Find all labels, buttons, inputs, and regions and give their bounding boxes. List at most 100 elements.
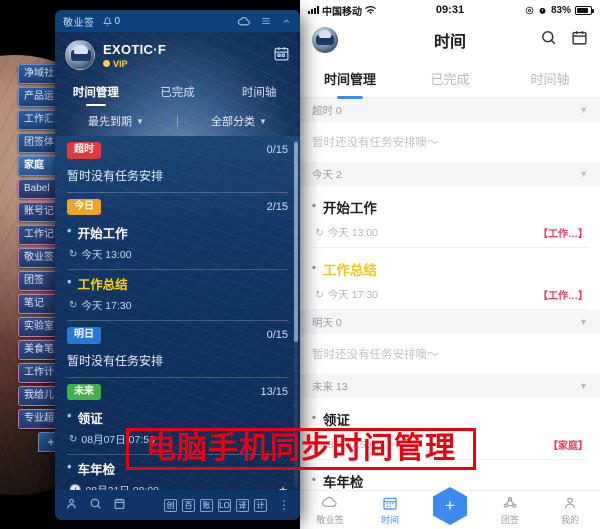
wifi-icon [365, 5, 376, 14]
group-chip: 明日 [67, 327, 101, 344]
group-header[interactable]: 未来 13 ▼ [300, 374, 600, 398]
vip-badge: VIP [103, 59, 166, 69]
group-header[interactable]: 明天 0 ▼ [300, 310, 600, 334]
location-icon [525, 6, 534, 14]
group-count: 2/15 [266, 200, 288, 213]
menu-icon[interactable] [260, 16, 272, 26]
tab-已完成[interactable]: 已完成 [400, 59, 500, 99]
person-icon [562, 495, 578, 511]
cloud-note-icon [322, 495, 338, 511]
nav-actions [540, 29, 588, 51]
bottom-nav-label: 团签 [500, 514, 519, 525]
chevron-down-icon: ▼ [136, 116, 144, 126]
more-vertical-icon[interactable]: ⋮ [278, 498, 290, 512]
titlebar-actions [238, 16, 292, 26]
repeat-icon: ↻ [315, 438, 324, 451]
phone-task-list[interactable]: 超时 0 ▼ 暂时还没有任务安排噢～ 今天 2 ▼ • 开始工作 ↻ 今天 13:00 【工作…】… [300, 98, 600, 490]
task-title: • 车年检 [67, 458, 116, 478]
tab-时间管理[interactable]: 时间管理 [55, 80, 137, 108]
task-title: • 领证 [67, 407, 103, 427]
search-icon[interactable] [89, 497, 102, 513]
quick-launch-icon[interactable]: 创 [164, 498, 177, 512]
calendar-button[interactable] [273, 45, 290, 65]
quick-launch-icon[interactable]: 账 [200, 498, 213, 512]
notification-count: 0 [114, 15, 121, 27]
task-row[interactable]: • 工作总结 ↻ 今天 17:30 【工作…】 [300, 248, 600, 309]
task-time: 今天 17:30 [81, 300, 132, 312]
user-name: EXOTIC·F [103, 41, 167, 57]
task-meta: ↻ 今天 17:30 【工作…】 [312, 287, 588, 303]
calendar-icon [382, 495, 398, 511]
chevron-up-icon[interactable] [281, 17, 292, 26]
task-row[interactable]: • 工作总结 ↻ 今天 17:30 [55, 270, 300, 320]
bottom-nav-item-团签[interactable]: 团签 [480, 495, 540, 526]
filter-dropdown[interactable]: 最先到期 ▼ [55, 113, 177, 129]
repeat-icon: ↻ [69, 249, 78, 260]
task-time-group: ↻ 8/7 07:50 [315, 439, 372, 451]
task-time: 8/7 07:50 [327, 438, 372, 451]
group-label: 未来 13 [312, 380, 348, 393]
task-row[interactable]: • 开始工作 ↻ 今天 13:00 [55, 219, 300, 269]
bottom-nav-item-我的[interactable]: 我的 [540, 495, 600, 526]
add-task-button[interactable]: + [433, 487, 467, 525]
group-label: 超时 0 [312, 104, 342, 117]
chevron-down-icon: ▼ [579, 169, 588, 179]
task-title-text: 工作总结 [77, 278, 128, 292]
group-label: 今天 2 [312, 168, 342, 181]
quick-launch-icons: 创百账 LO 译计 [164, 498, 267, 512]
avatar[interactable] [65, 40, 95, 70]
app-task-list[interactable]: 超时 0/15 暂时没有任务安排 今日 2/15 • 开始工作 ↻ 今天 13:00 • 工作总结 ↻… [55, 136, 300, 490]
task-title: • 开始工作 [67, 222, 128, 242]
task-title: • 工作总结 [312, 259, 588, 279]
tab-时间管理[interactable]: 时间管理 [300, 59, 400, 99]
filter-dropdown[interactable]: 全部分类 ▼ [178, 113, 300, 129]
task-title-text: 开始工作 [322, 201, 377, 216]
app-brand-label: 敬业签 [63, 17, 95, 29]
task-meta: ↻ 今天 17:30 [67, 298, 288, 313]
quick-launch-icon[interactable]: 译 [236, 498, 249, 512]
quick-launch-icon[interactable]: 百 [182, 498, 195, 512]
bottom-nav-item-时间[interactable]: 时间 [360, 495, 420, 526]
page-title: 时间 [433, 34, 467, 51]
group-count: 13/15 [260, 385, 288, 398]
cloud-icon[interactable] [238, 16, 251, 26]
group-header[interactable]: 今天 2 ▼ [300, 162, 600, 186]
tab-时间轴[interactable]: 时间轴 [218, 80, 300, 108]
group-header: 未来 13/15 [55, 378, 300, 405]
empty-state-text: 暂时还没有任务安排噢～ [312, 137, 439, 149]
avatar[interactable] [312, 27, 338, 53]
battery-percent: 83% [550, 4, 571, 16]
filter-label: 全部分类 [211, 116, 256, 128]
empty-state-text: 暂时没有任务安排 [67, 168, 164, 183]
bottom-nav-item-敬业签[interactable]: 敬业签 [300, 495, 360, 526]
quick-launch-icon[interactable]: LO [218, 498, 231, 512]
phone-screen: 中国移动 09:31 83% 时间 时间管理已完成 时间轴 超时 0 ▼ 暂时还… [300, 0, 600, 529]
group-count: 0/15 [266, 144, 288, 157]
quick-launch-icon[interactable]: 计 [254, 498, 267, 512]
task-time-group: ↻ 今天 17:30 [315, 287, 378, 302]
calendar-icon[interactable] [571, 29, 588, 51]
phone-status-bar: 中国移动 09:31 83% [300, 0, 600, 20]
calendar-icon[interactable] [113, 497, 126, 513]
task-row[interactable]: •车年检🕐8/31 08:00车险【家庭】 [300, 460, 600, 491]
task-time: 08月07日 07:50 [81, 434, 155, 446]
task-tag: 【工作…】 [538, 291, 588, 302]
notification-bell-button[interactable]: 0 [102, 15, 121, 27]
chevron-down-icon: ▼ [579, 105, 588, 115]
task-row[interactable]: • 开始工作 ↻ 今天 13:00 【工作…】 [300, 186, 600, 247]
group-header[interactable]: 超时 0 ▼ [300, 98, 600, 122]
task-time: 08月31日 08:00 [85, 483, 159, 490]
tab-时间轴[interactable]: 时间轴 [500, 59, 600, 99]
tab-已完成[interactable]: 已完成 [137, 80, 219, 108]
alarm-icon [539, 7, 546, 14]
search-icon[interactable] [540, 29, 557, 51]
status-right: 83% [525, 4, 594, 16]
status-time: 09:31 [435, 4, 465, 16]
user-icon[interactable] [65, 497, 78, 513]
screenshot-root: 净域社 产品运 工作汇 团签体 家庭 Babel 账号记 工作记 敬业签 团签 笔记 实验室 美食笔 工作… [0, 0, 600, 529]
bottom-nav-label: 时间 [380, 514, 399, 525]
task-row[interactable]: •车年检 🕐08月31日 08:00★ [55, 455, 300, 491]
vip-dot-icon [103, 60, 110, 67]
task-row[interactable]: • 领证 ↻ 8/7 07:50 【家庭】 [300, 398, 600, 459]
task-row[interactable]: • 领证 ↻ 08月07日 07:50 [55, 404, 300, 454]
